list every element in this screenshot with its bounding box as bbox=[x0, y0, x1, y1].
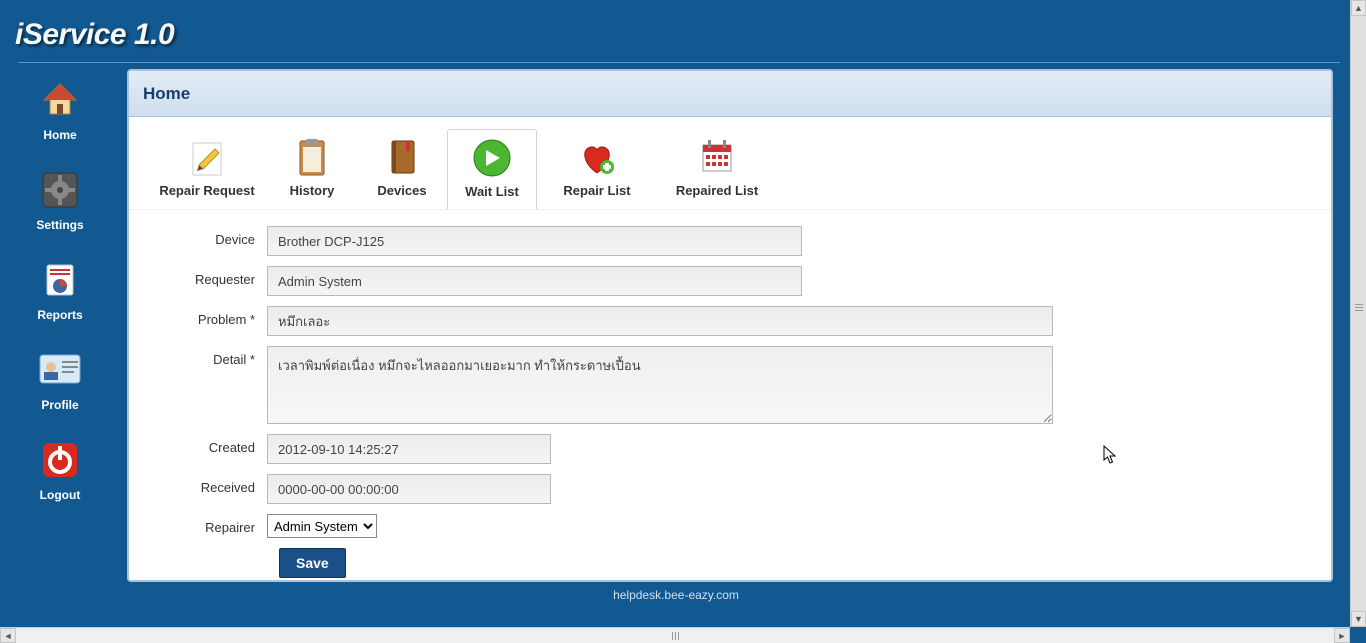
created-field[interactable] bbox=[267, 434, 551, 464]
tab-repaired-list[interactable]: Repaired List bbox=[657, 129, 777, 209]
tab-label: Wait List bbox=[448, 184, 536, 199]
label-received: Received bbox=[147, 474, 267, 495]
detail-field[interactable] bbox=[267, 346, 1053, 424]
sidebar-item-label: Reports bbox=[0, 308, 120, 322]
clipboard-icon bbox=[290, 135, 334, 179]
header-divider bbox=[18, 62, 1340, 63]
gear-icon bbox=[38, 168, 82, 212]
label-device: Device bbox=[147, 226, 267, 247]
tab-label: Repair Request bbox=[147, 183, 267, 198]
sidebar-item-logout[interactable]: Logout bbox=[0, 438, 120, 502]
label-created: Created bbox=[147, 434, 267, 455]
scroll-right-arrow[interactable]: ► bbox=[1334, 628, 1350, 643]
book-icon bbox=[380, 135, 424, 179]
profile-icon bbox=[38, 348, 82, 392]
tab-devices[interactable]: Devices bbox=[357, 129, 447, 209]
footer-text: helpdesk.bee-eazy.com bbox=[0, 588, 1352, 602]
device-field[interactable] bbox=[267, 226, 802, 256]
scroll-up-arrow[interactable]: ▲ bbox=[1351, 0, 1366, 16]
scroll-left-arrow[interactable]: ◄ bbox=[0, 628, 16, 643]
received-field[interactable] bbox=[267, 474, 551, 504]
toolbar: Repair Request History Devices Wait List bbox=[129, 117, 1331, 210]
sidebar-item-profile[interactable]: Profile bbox=[0, 348, 120, 412]
calendar-icon bbox=[695, 135, 739, 179]
label-problem: Problem * bbox=[147, 306, 267, 327]
form: Device Requester Problem * Detail * Crea… bbox=[129, 210, 1331, 582]
tab-repair-list[interactable]: Repair List bbox=[537, 129, 657, 209]
vertical-scrollbar[interactable]: ▲ ▼ bbox=[1350, 0, 1366, 627]
power-icon bbox=[38, 438, 82, 482]
sidebar: Home Settings Reports Profile Logout bbox=[0, 78, 120, 528]
problem-field[interactable] bbox=[267, 306, 1053, 336]
home-icon bbox=[38, 78, 82, 122]
label-repairer: Repairer bbox=[147, 514, 267, 535]
sidebar-item-label: Logout bbox=[0, 488, 120, 502]
label-requester: Requester bbox=[147, 266, 267, 287]
tab-history[interactable]: History bbox=[267, 129, 357, 209]
repairer-select[interactable]: Admin System bbox=[267, 514, 377, 538]
tab-label: History bbox=[267, 183, 357, 198]
tab-label: Devices bbox=[357, 183, 447, 198]
panel-header: Home bbox=[129, 71, 1331, 117]
page-title: Home bbox=[143, 84, 190, 104]
sidebar-item-label: Settings bbox=[0, 218, 120, 232]
scroll-down-arrow[interactable]: ▼ bbox=[1351, 611, 1366, 627]
report-icon bbox=[38, 258, 82, 302]
tab-label: Repaired List bbox=[657, 183, 777, 198]
horizontal-scrollbar[interactable]: ◄ ► bbox=[0, 627, 1350, 643]
save-button[interactable]: Save bbox=[279, 548, 346, 578]
scroll-track[interactable] bbox=[16, 628, 1334, 643]
requester-field[interactable] bbox=[267, 266, 802, 296]
label-detail: Detail * bbox=[147, 346, 267, 367]
sidebar-item-label: Profile bbox=[0, 398, 120, 412]
sidebar-item-reports[interactable]: Reports bbox=[0, 258, 120, 322]
arrow-right-icon bbox=[470, 136, 514, 180]
sidebar-item-settings[interactable]: Settings bbox=[0, 168, 120, 232]
heart-plus-icon bbox=[575, 135, 619, 179]
scroll-thumb[interactable] bbox=[1351, 16, 1366, 611]
app-title: iService 1.0 bbox=[15, 18, 174, 52]
edit-icon bbox=[185, 135, 229, 179]
sidebar-item-label: Home bbox=[0, 128, 120, 142]
main-panel: Home Repair Request History Devices bbox=[127, 69, 1333, 582]
tab-label: Repair List bbox=[537, 183, 657, 198]
tab-wait-list[interactable]: Wait List bbox=[447, 129, 537, 209]
sidebar-item-home[interactable]: Home bbox=[0, 78, 120, 142]
tab-repair-request[interactable]: Repair Request bbox=[147, 129, 267, 209]
